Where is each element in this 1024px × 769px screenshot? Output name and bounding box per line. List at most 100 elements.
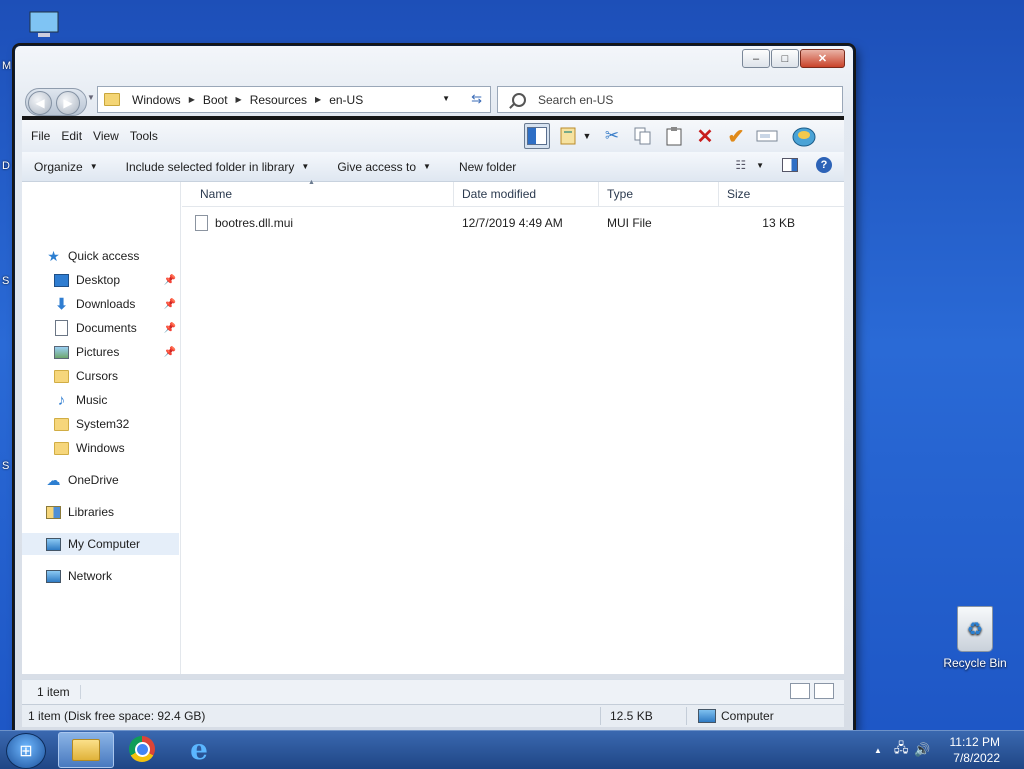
menu-tools[interactable]: Tools	[130, 129, 158, 143]
content-area: ★ Quick access Desktop 📌 ⬇ Downloads 📌 D…	[22, 179, 844, 674]
back-button[interactable]: ◀	[28, 91, 52, 115]
nav-item-system32[interactable]: System32	[54, 413, 178, 435]
view-dropdown-icon[interactable]: ▼	[756, 161, 764, 170]
nav-item-documents[interactable]: Documents 📌	[54, 317, 178, 339]
desktop-icon	[54, 273, 69, 287]
file-row[interactable]: bootres.dll.mui 12/7/2019 4:49 AM MUI Fi…	[182, 212, 844, 234]
organize-button[interactable]: Organize ▼	[34, 160, 98, 174]
preview-pane-icon[interactable]	[782, 158, 798, 172]
column-name[interactable]: ▲ Name	[182, 179, 454, 206]
desktop-icon-label-fragment: M	[2, 60, 12, 72]
maximize-button[interactable]: □	[771, 49, 799, 68]
breadcrumb-item[interactable]: Boot	[203, 93, 228, 107]
rename-icon[interactable]	[755, 124, 779, 148]
nav-item-desktop[interactable]: Desktop 📌	[54, 269, 178, 291]
help-icon[interactable]: ?	[816, 157, 832, 173]
chevron-down-icon: ▼	[89, 162, 98, 171]
search-input[interactable]: Search en-US	[497, 86, 843, 113]
nav-item-windows[interactable]: Windows	[54, 437, 178, 459]
address-bar[interactable]: Windows ▶ Boot ▶ Resources ▶ en-US ▼ ⇆	[97, 86, 491, 113]
breadcrumb-separator-icon[interactable]: ▶	[236, 95, 242, 104]
nav-item-music[interactable]: ♪ Music	[54, 389, 178, 411]
nav-my-computer[interactable]: My Computer	[22, 533, 179, 555]
file-size: 13 KB	[762, 216, 795, 230]
copy-icon[interactable]	[631, 124, 655, 148]
column-date-modified[interactable]: Date modified	[454, 182, 599, 206]
nav-label: Network	[68, 569, 113, 583]
nav-libraries[interactable]: Libraries	[46, 501, 196, 523]
give-access-button[interactable]: Give access to ▼	[337, 160, 431, 174]
recycle-bin[interactable]: ♻ Recycle Bin	[938, 606, 1012, 670]
breadcrumb-separator-icon[interactable]: ▶	[189, 95, 195, 104]
delete-icon[interactable]: ✕	[693, 124, 717, 148]
pin-icon[interactable]: 📌	[164, 347, 176, 358]
breadcrumb-item[interactable]: Windows	[132, 93, 181, 107]
nav-label: Documents	[76, 321, 137, 335]
nav-network[interactable]: Network	[46, 565, 196, 587]
file-date: 12/7/2019 4:49 AM	[462, 216, 563, 230]
nav-onedrive[interactable]: ☁ OneDrive	[46, 469, 196, 491]
nav-item-cursors[interactable]: Cursors	[54, 365, 178, 387]
command-bar: Organize ▼ Include selected folder in lib…	[22, 152, 844, 182]
cloud-icon: ☁	[46, 471, 61, 488]
recycle-bin-icon: ♻	[957, 606, 993, 652]
nav-label: Pictures	[76, 345, 120, 359]
volume-icon[interactable]: 🔊	[914, 742, 930, 758]
nav-item-downloads[interactable]: ⬇ Downloads 📌	[54, 293, 178, 315]
organize-label: Organize	[34, 159, 83, 174]
checkmark-icon[interactable]: ✔	[724, 124, 748, 148]
sort-ascending-icon: ▲	[308, 179, 315, 186]
status-size: 12.5 KB	[610, 709, 653, 723]
details-view-icon[interactable]	[790, 683, 810, 699]
cut-icon[interactable]: ✂	[600, 124, 624, 148]
view-controls: ☷ ▼ ?	[735, 157, 832, 173]
new-folder-button[interactable]: New folder	[459, 160, 516, 174]
properties-icon[interactable]	[557, 124, 581, 148]
breadcrumb-item[interactable]: Resources	[250, 93, 307, 107]
refresh-icon[interactable]: ⇆	[471, 91, 482, 107]
nav-quick-access[interactable]: ★ Quick access	[46, 245, 196, 267]
navigation-pane-icon[interactable]	[524, 123, 550, 149]
properties-dropdown-icon[interactable]: ▼	[581, 124, 593, 148]
network-status-icon[interactable]: 🖧	[894, 739, 909, 761]
breadcrumb-item[interactable]: en-US	[329, 93, 363, 107]
pin-icon[interactable]: 📌	[164, 323, 176, 334]
folder-icon	[54, 441, 69, 455]
breadcrumb-separator-icon[interactable]: ▶	[315, 95, 321, 104]
chrome-icon	[129, 736, 155, 762]
nav-label: System32	[76, 417, 130, 431]
taskbar-explorer[interactable]	[58, 732, 114, 768]
start-button[interactable]: ⊞	[6, 733, 46, 769]
menu-bar: File Edit View Tools ▼ ✂ ✕ ✔	[22, 120, 844, 152]
taskbar-chrome[interactable]	[115, 732, 169, 766]
large-icons-view-icon[interactable]	[814, 683, 834, 699]
search-icon	[512, 92, 526, 107]
nav-label: My Computer	[68, 537, 141, 551]
forward-button[interactable]: ▶	[56, 91, 80, 115]
minimize-button[interactable]: –	[742, 49, 770, 68]
nav-label: Windows	[76, 441, 125, 455]
menu-edit[interactable]: Edit	[61, 129, 82, 143]
show-hidden-icons-icon[interactable]: ▲	[874, 746, 882, 755]
taskbar-internet-explorer[interactable]: e	[172, 732, 226, 766]
paste-icon[interactable]	[662, 124, 686, 148]
pin-icon[interactable]: 📌	[164, 275, 176, 286]
menu-view[interactable]: View	[93, 129, 119, 143]
column-type[interactable]: Type	[599, 182, 719, 206]
nav-item-pictures[interactable]: Pictures 📌	[54, 341, 178, 363]
desktop-computer-icon[interactable]	[28, 10, 62, 40]
pin-icon[interactable]: 📌	[164, 299, 176, 310]
change-view-icon[interactable]: ☷	[735, 158, 746, 172]
nav-label: Quick access	[68, 249, 140, 263]
column-size[interactable]: Size	[719, 182, 844, 206]
address-dropdown-icon[interactable]: ▼	[442, 94, 450, 103]
close-button[interactable]: ✕	[800, 49, 845, 68]
menu-file[interactable]: File	[31, 129, 50, 143]
clock[interactable]: 11:12 PM 7/8/2022	[950, 734, 1000, 766]
column-label: Date modified	[462, 187, 537, 201]
column-label: Name	[200, 187, 233, 201]
recent-locations-chevron-icon[interactable]: ▼	[87, 93, 95, 102]
file-icon	[195, 215, 208, 231]
shell-logo-icon[interactable]	[792, 124, 816, 148]
include-in-library-button[interactable]: Include selected folder in library ▼	[126, 160, 310, 174]
